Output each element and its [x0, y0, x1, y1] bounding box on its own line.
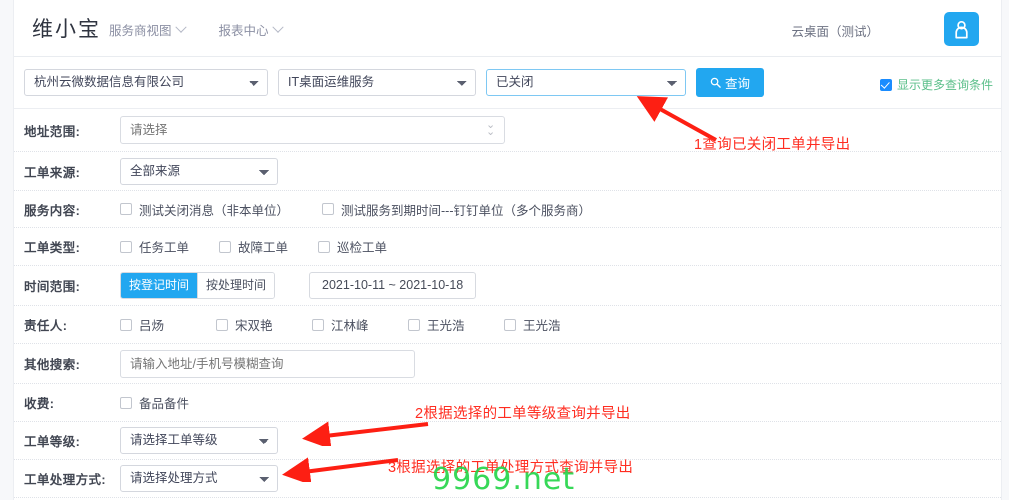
checkbox-checked-icon [879, 78, 892, 91]
owner-option-label: 江林峰 [331, 319, 369, 333]
service-content-option-2[interactable]: 测试服务到期时间---钉钉单位（多个服务商） [322, 200, 591, 219]
order-level-select[interactable]: 请选择工单等级 [120, 427, 278, 454]
search-icon [710, 77, 721, 88]
checkbox-icon [322, 203, 335, 215]
row-other-search: 其他搜索: [14, 344, 1001, 384]
row-order-level: 工单等级: 请选择工单等级 [14, 422, 1001, 460]
checkbox-icon [120, 396, 132, 409]
app-header: 维小宝 服务商视图 报表中心 云桌面（测试） [14, 0, 1001, 57]
owner-option-label: 吕炀 [139, 319, 165, 333]
status-select[interactable]: 已关闭 [486, 69, 686, 96]
checkbox-icon [216, 318, 228, 331]
time-range-by-register[interactable]: 按登记时间 [121, 273, 198, 298]
avatar[interactable] [944, 12, 979, 46]
owner-option-2[interactable]: 宋双艳 [216, 315, 312, 334]
nav-item-label: 报表中心 [218, 24, 269, 38]
watermark: 9969.net [432, 462, 576, 497]
filter-panel: 杭州云微数据信息有限公司 IT桌面运维服务 已关闭 查询 显示更多查询条件 地址… [14, 57, 1001, 500]
service-content-option-1[interactable]: 测试关闭消息（非本单位） [120, 200, 289, 219]
chevron-down-icon [271, 21, 284, 33]
service-content-label: 服务内容: [24, 203, 81, 218]
row-order-type: 工单类型: 任务工单 故障工单 巡检工单 [14, 228, 1001, 266]
owner-option-1[interactable]: 吕炀 [120, 315, 216, 334]
service-select[interactable]: IT桌面运维服务 [278, 69, 476, 96]
checkbox-icon [408, 318, 420, 331]
order-type-option-3[interactable]: 巡检工单 [318, 237, 387, 256]
show-more-conditions-label: 显示更多查询条件 [896, 78, 993, 92]
main-nav: 服务商视图 报表中心 [109, 20, 316, 39]
owner-option-5[interactable]: 王光浩 [504, 315, 561, 334]
app-window: 维小宝 服务商视图 报表中心 云桌面（测试） 杭州云微数据信息有限公司 IT桌面… [0, 0, 1009, 500]
order-type-option-label: 巡检工单 [337, 241, 388, 255]
query-button-label: 查询 [724, 77, 750, 91]
owner-option-label: 王光浩 [523, 319, 561, 333]
filter-topbar: 杭州云微数据信息有限公司 IT桌面运维服务 已关闭 查询 显示更多查询条件 [14, 57, 1001, 109]
order-type-option-1[interactable]: 任务工单 [120, 237, 189, 256]
owner-option-3[interactable]: 江林峰 [312, 315, 408, 334]
row-order-source: 工单来源: 全部来源 [14, 152, 1001, 191]
date-range-picker[interactable]: 2021-10-11 ~ 2021-10-18 [309, 272, 477, 299]
checkbox-icon [120, 240, 132, 253]
address-range-field[interactable]: ⌄⌄ [120, 116, 505, 144]
checkbox-icon [219, 240, 232, 253]
other-search-input[interactable] [120, 349, 415, 378]
fee-option-label: 备品备件 [139, 397, 190, 411]
annotation-text-2: 2根据选择的工单等级查询并导出 [415, 406, 631, 422]
order-source-label: 工单来源: [24, 165, 81, 180]
nav-item-provider-view[interactable]: 服务商视图 [109, 20, 187, 39]
other-search-label: 其他搜索: [24, 358, 81, 372]
query-button[interactable]: 查询 [696, 68, 764, 97]
owner-option-label: 王光浩 [427, 319, 465, 333]
order-type-option-label: 故障工单 [238, 241, 289, 255]
user-icon [955, 20, 968, 38]
nav-item-report-center[interactable]: 报表中心 [218, 20, 284, 39]
company-select[interactable]: 杭州云微数据信息有限公司 [24, 69, 268, 96]
order-type-option-2[interactable]: 故障工单 [219, 237, 288, 256]
row-owner: 责任人: 吕炀 宋双艳 江林峰 王光浩 王光浩 [14, 306, 1001, 344]
chevron-down-icon [174, 21, 187, 33]
time-range-segmented-control: 按登记时间 按处理时间 [120, 272, 276, 299]
brand-title: 维小宝 [32, 18, 101, 41]
checkbox-icon [504, 318, 516, 331]
fee-option-1[interactable]: 备品备件 [120, 393, 189, 412]
order-level-label: 工单等级: [24, 435, 81, 449]
owner-option-label: 宋双艳 [235, 319, 273, 333]
order-handle-select[interactable]: 请选择处理方式 [120, 465, 278, 492]
time-range-label: 时间范围: [24, 280, 81, 294]
right-rail [1001, 0, 1009, 500]
checkbox-icon [120, 318, 132, 331]
order-source-select[interactable]: 全部来源 [120, 157, 278, 185]
owner-label: 责任人: [24, 319, 68, 333]
owner-option-4[interactable]: 王光浩 [408, 315, 504, 334]
fee-label: 收费: [24, 397, 55, 411]
time-range-by-handle[interactable]: 按处理时间 [197, 273, 275, 298]
row-time-range: 时间范围: 按登记时间 按处理时间 2021-10-11 ~ 2021-10-1… [14, 266, 1001, 306]
user-name: 云桌面（测试） [791, 25, 879, 39]
checkbox-icon [120, 203, 132, 215]
nav-item-label: 服务商视图 [109, 24, 172, 38]
service-content-option-label: 测试关闭消息（非本单位） [139, 203, 290, 218]
order-handle-label: 工单处理方式: [24, 473, 106, 487]
checkbox-icon [312, 318, 324, 331]
address-range-label: 地址范围: [24, 124, 81, 139]
service-content-option-label: 测试服务到期时间---钉钉单位（多个服务商） [341, 203, 592, 218]
order-type-option-label: 任务工单 [139, 241, 190, 255]
checkbox-icon [318, 240, 331, 253]
show-more-conditions-toggle[interactable]: 显示更多查询条件 [879, 76, 993, 93]
left-rail [0, 0, 14, 500]
annotation-text-1: 1查询已关闭工单并导出 [694, 137, 851, 153]
row-service-content: 服务内容: 测试关闭消息（非本单位） 测试服务到期时间---钉钉单位（多个服务商… [14, 191, 1001, 228]
address-range-input[interactable] [120, 116, 505, 144]
order-type-label: 工单类型: [24, 241, 81, 255]
row-address-range: 地址范围: ⌄⌄ [14, 109, 1001, 152]
